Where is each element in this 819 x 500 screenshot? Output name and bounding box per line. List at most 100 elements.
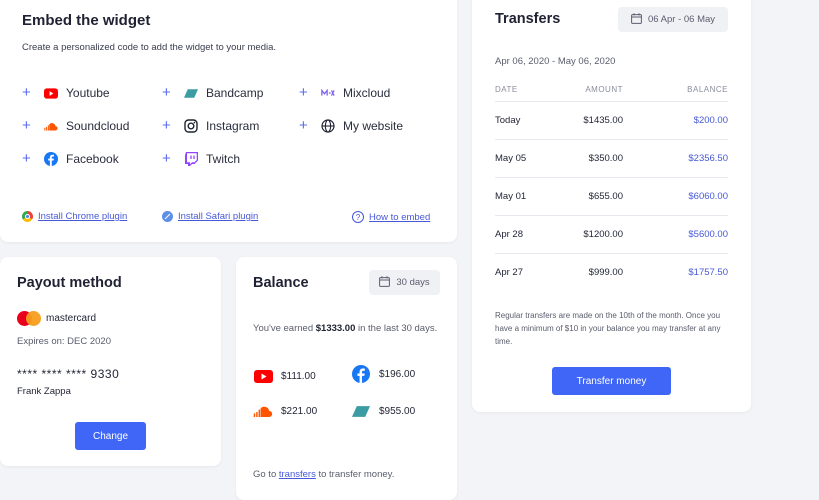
balance-facebook: $196.00: [351, 365, 415, 383]
soundcloud-icon: [44, 119, 58, 133]
date-range-label: 06 Apr - 06 May: [647, 14, 716, 25]
mixcloud-icon: [321, 86, 335, 100]
add-twitch[interactable]: + Twitch: [162, 151, 240, 167]
plus-icon: +: [162, 84, 171, 101]
install-chrome-plugin-link[interactable]: Install Chrome plugin: [22, 211, 127, 222]
plus-icon: +: [22, 117, 31, 134]
add-youtube[interactable]: + Youtube: [22, 85, 110, 101]
balance-amount: $955.00: [379, 405, 416, 417]
how-to-embed-link[interactable]: ? How to embed: [352, 211, 430, 223]
safari-icon: [162, 211, 173, 222]
mastercard-icon: [17, 311, 41, 326]
facebook-icon: [44, 152, 58, 166]
embed-widget-card: Embed the widget Create a personalized c…: [0, 0, 457, 242]
install-chrome-label: Install Chrome plugin: [38, 211, 128, 222]
row-balance: $1757.50: [688, 267, 728, 278]
soundcloud-icon: [253, 402, 273, 420]
plus-icon: +: [22, 150, 31, 167]
transfers-card: Transfers 06 Apr - 06 May Apr 06, 2020 -…: [472, 0, 751, 412]
row-balance: $2356.50: [688, 153, 728, 164]
youtube-icon: [44, 86, 58, 100]
row-amount: $655.00: [588, 191, 623, 202]
table-row: May 05 $350.00 $2356.50: [495, 139, 728, 177]
row-amount: $1200.00: [583, 229, 623, 240]
plus-icon: +: [299, 117, 308, 134]
period-label: 30 days: [396, 277, 430, 288]
service-label: My website: [343, 119, 404, 133]
card-holder: Frank Zappa: [17, 386, 71, 397]
table-row: Today $1435.00 $200.00: [495, 101, 728, 139]
payout-method-card: Payout method mastercard Expires on: DEC…: [0, 257, 221, 466]
how-to-embed-label: How to embed: [369, 211, 431, 223]
balance-card: Balance 30 days You've earned $1333.00 i…: [236, 257, 457, 500]
card-brand: mastercard: [17, 311, 96, 326]
balance-youtube: $111.00: [253, 367, 316, 385]
row-amount: $999.00: [588, 267, 623, 278]
table-row: Apr 28 $1200.00 $5600.00: [495, 215, 728, 253]
card-brand-label: mastercard: [46, 313, 97, 324]
twitch-icon: [184, 152, 198, 166]
bandcamp-icon: [184, 86, 198, 100]
install-safari-label: Install Safari plugin: [178, 211, 259, 222]
row-date: Apr 27: [495, 267, 523, 278]
facebook-icon: [351, 365, 371, 383]
transfer-money-button[interactable]: Transfer money: [552, 367, 671, 395]
row-date: Apr 28: [495, 229, 523, 240]
service-label: Youtube: [66, 86, 110, 100]
balance-title: Balance: [253, 275, 309, 291]
instagram-icon: [184, 119, 198, 133]
service-label: Bandcamp: [206, 86, 264, 100]
service-label: Facebook: [66, 152, 119, 166]
plus-icon: +: [162, 117, 171, 134]
table-row: Apr 27 $999.00 $1757.50: [495, 253, 728, 291]
column-balance: BALANCE: [687, 85, 728, 94]
add-bandcamp[interactable]: + Bandcamp: [162, 85, 263, 101]
card-number: **** **** **** 9330: [17, 367, 120, 381]
row-date: May 01: [495, 191, 527, 202]
add-soundcloud[interactable]: + Soundcloud: [22, 118, 129, 134]
row-date: Today: [495, 115, 521, 126]
goto-transfers-text: Go to transfers to transfer money.: [253, 469, 395, 480]
embed-title: Embed the widget: [22, 12, 151, 29]
table-row: May 01 $655.00 $6060.00: [495, 177, 728, 215]
chrome-icon: [22, 211, 33, 222]
embed-subtitle: Create a personalized code to add the wi…: [22, 42, 277, 53]
balance-amount: $111.00: [281, 370, 316, 382]
card-expiry: Expires on: DEC 2020: [17, 336, 111, 347]
add-instagram[interactable]: + Instagram: [162, 118, 259, 134]
row-amount: $350.00: [588, 153, 623, 164]
globe-icon: [321, 119, 335, 133]
help-icon: ?: [352, 211, 364, 223]
date-range-selector[interactable]: 06 Apr - 06 May: [618, 7, 728, 32]
column-date: DATE: [495, 85, 518, 94]
row-balance: $6060.00: [688, 191, 728, 202]
bandcamp-icon: [351, 402, 371, 420]
payout-title: Payout method: [17, 275, 122, 291]
service-label: Twitch: [206, 152, 241, 166]
balance-amount: $221.00: [281, 405, 318, 417]
balance-soundcloud: $221.00: [253, 402, 317, 420]
row-balance: $5600.00: [688, 229, 728, 240]
date-range-text: Apr 06, 2020 - May 06, 2020: [495, 56, 616, 67]
row-date: May 05: [495, 153, 527, 164]
service-label: Mixcloud: [343, 86, 391, 100]
add-facebook[interactable]: + Facebook: [22, 151, 119, 167]
row-balance: $200.00: [693, 115, 728, 126]
period-selector[interactable]: 30 days: [369, 270, 440, 295]
add-my-website[interactable]: + My website: [299, 118, 403, 134]
service-label: Instagram: [206, 119, 260, 133]
calendar-icon: [631, 12, 642, 27]
column-amount: AMOUNT: [585, 85, 623, 94]
transfers-title: Transfers: [495, 11, 561, 27]
calendar-icon: [379, 275, 391, 290]
install-safari-plugin-link[interactable]: Install Safari plugin: [162, 211, 258, 222]
earned-summary: You've earned $1333.00 in the last 30 da…: [253, 323, 438, 334]
plus-icon: +: [162, 150, 171, 167]
plus-icon: +: [22, 84, 31, 101]
row-amount: $1435.00: [583, 115, 623, 126]
add-mixcloud[interactable]: + Mixcloud: [299, 85, 390, 101]
balance-amount: $196.00: [379, 368, 416, 380]
change-button[interactable]: Change: [75, 422, 146, 450]
transfers-link[interactable]: transfers: [279, 469, 316, 480]
service-label: Soundcloud: [66, 119, 130, 133]
